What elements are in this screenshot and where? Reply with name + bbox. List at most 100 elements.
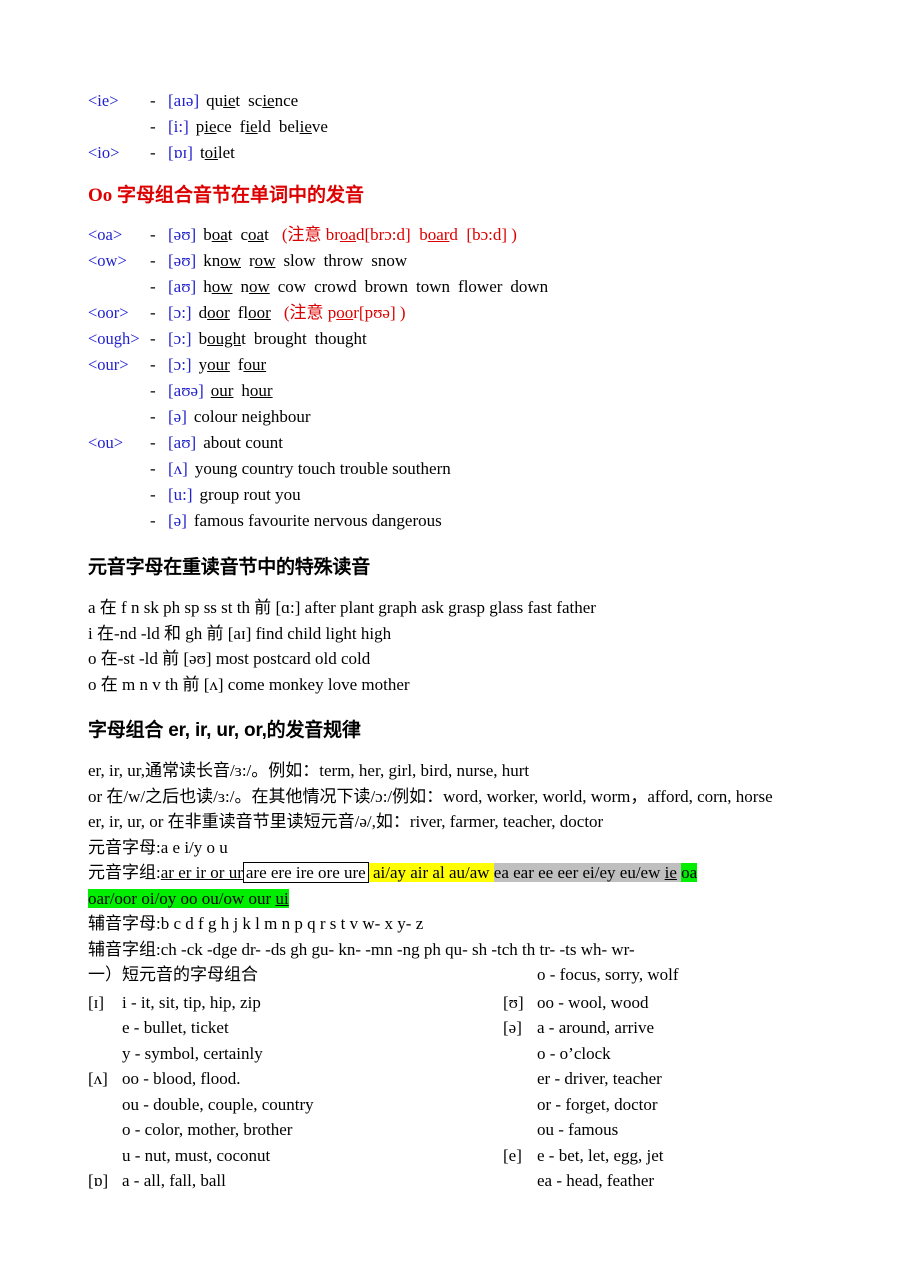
ipa-symbol: [u:] [168, 485, 193, 504]
list-item-text: u - nut, must, coconut [122, 1145, 271, 1165]
special-vowel-heading: 元音字母在重读音节中的特殊读音 [88, 557, 371, 578]
ipa-symbol: [ə] [168, 511, 187, 530]
row-dash: - [150, 143, 156, 162]
list-item-text: e - bet, let, egg, jet [537, 1145, 664, 1165]
ipa-symbol: [ɔ:] [168, 303, 192, 322]
vowel-group-green-run-1: oa [681, 863, 698, 882]
vowel-groups-label: 元音字组: [88, 863, 161, 882]
grey-run-text: ea ear ee eer ei/ey eu/ew [493, 863, 661, 882]
ipa-symbol: [əʊ] [168, 225, 197, 244]
list-item-text: o - o’clock [537, 1043, 611, 1063]
list-item-text: ou - famous [537, 1120, 619, 1139]
left-column: [ɪ] i - it, sit, tip, hip, zip e - bulle… [88, 990, 314, 1194]
vowel-letters-label: 元音字母: [88, 837, 161, 857]
list-item: [ɪ] i - it, sit, tip, hip, zip [88, 990, 314, 1016]
vowel-letters-value: a e i/y o u [160, 837, 228, 857]
row-dash: - [150, 381, 156, 400]
pronunciation-row: - [u:] group rout you [88, 482, 860, 508]
row-dash: - [150, 225, 156, 244]
letter-group-tag: <oa> [88, 225, 123, 244]
list-item: ou - double, couple, country [88, 1092, 314, 1118]
pronunciation-row: - [i:] piece field believe [88, 114, 860, 140]
pronunciation-row: <our> - [ɔ:] your four [88, 352, 860, 378]
list-item-text: oo - wool, wood [537, 992, 649, 1012]
example-words: boat coat [203, 225, 269, 244]
list-item: [ʌ] oo - blood, flood. [88, 1066, 314, 1092]
list-item-text: or - forget, doctor [537, 1094, 658, 1114]
example-words: bought brought thought [198, 329, 367, 348]
vowel-groups-line-1: 元音字组:ar er ir or ur are ere ire ore ure a… [88, 860, 860, 885]
row-dash: - [150, 303, 156, 322]
row-dash: - [150, 407, 156, 426]
special-vowel-lines: a 在 f n sk ph sp ss st th 前 [ɑ:] after p… [88, 595, 860, 697]
list-item: er - driver, teacher [503, 1066, 664, 1092]
letter-group-tag: <our> [88, 355, 129, 374]
row-dash: - [150, 433, 156, 452]
ie-io-block: <ie> - [aɪə] quiet science - [i:] piece fi… [88, 88, 860, 166]
special-line: i 在-nd -ld 和 gh 前 [aɪ] find child light … [88, 623, 392, 643]
example-words: famous favourite nervous dangerous [193, 511, 442, 530]
er-rule-line: or 在/w/之后也读/ɜ:/。在其他情况下读/ɔ:/例如：word, work… [88, 786, 773, 806]
green-run-underlined: ui [275, 889, 289, 908]
list-item: e - bullet, ticket [88, 1015, 314, 1041]
vowel-group-yellow-run: ai/ay air al au/aw [368, 863, 494, 882]
row-dash: - [150, 329, 156, 348]
list-item-text: ou - double, couple, country [122, 1094, 314, 1114]
example-words: group rout you [199, 485, 301, 504]
ipa-symbol: [ɒ] [88, 1171, 109, 1190]
letter-group-tag: <ough> [88, 329, 140, 348]
example-words: colour neighbour [193, 407, 311, 426]
vowel-group-underlined-run: ar er ir or ur [160, 863, 243, 882]
list-item-text: o - focus, sorry, wolf [537, 965, 679, 984]
short-vowel-heading: 一）短元音的字母组合 [88, 965, 258, 984]
ipa-symbol: [aʊ] [168, 433, 197, 452]
list-item-text: i - it, sit, tip, hip, zip [122, 992, 261, 1012]
pronunciation-row: <oor> - [ɔ:] door floor (注意 poor[pʊə] ) [88, 300, 860, 326]
ipa-symbol: [ʌ] [168, 459, 188, 478]
list-item-text: e - bullet, ticket [122, 1018, 229, 1037]
consonant-letters-label: 辅音字母: [88, 914, 161, 933]
list-item-text: ea - head, feather [537, 1171, 655, 1190]
er-ir-ur-or-heading: 字母组合 er, ir, ur, or,的发音规律 [88, 720, 361, 741]
green-run-text: oar/oor oi/oy oo ou/ow our [88, 889, 272, 908]
row-dash: - [150, 485, 156, 504]
ipa-symbol: [ɪ] [88, 992, 105, 1012]
list-item: [ʊ] oo - wool, wood [503, 990, 664, 1016]
pronunciation-row: - [ʌ] young country touch trouble southe… [88, 456, 860, 482]
vowel-letters-line: 元音字母:a e i/y o u [88, 835, 860, 861]
yellow-run-text: ai/ay air al au/aw [372, 863, 490, 882]
list-item: ea - head, feather [503, 1168, 664, 1194]
vowel-groups-line-2: oar/oor oi/oy oo ou/ow our ui [88, 886, 860, 911]
example-words: piece field believe [195, 117, 328, 136]
list-item: [ə] a - around, arrive [503, 1015, 664, 1041]
special-line: o 在-st -ld 前 [əʊ] most postcard old cold [88, 649, 371, 668]
pronunciation-row: <io> - [ɒɪ] toilet [88, 140, 860, 166]
pronunciation-row: <ow> - [əʊ] know row slow throw snow [88, 248, 860, 274]
short-vowel-header-row: 一）短元音的字母组合 o - focus, sorry, wolf [88, 962, 860, 988]
list-item-text: y - symbol, certainly [122, 1043, 263, 1063]
list-item-text: oo - blood, flood. [122, 1069, 241, 1088]
row-dash: - [150, 117, 156, 136]
ipa-symbol: [ʊ] [503, 992, 524, 1012]
list-item-text: a - all, fall, ball [122, 1171, 226, 1190]
ipa-symbol: [aʊ] [168, 277, 197, 296]
pronunciation-row: - [aʊ] how now cow crowd brown town flower down [88, 274, 860, 300]
ipa-symbol: [ə] [503, 1018, 522, 1037]
right-column-first-item: o - focus, sorry, wolf [503, 962, 678, 988]
list-item: or - forget, doctor [503, 1092, 664, 1118]
row-dash: - [150, 511, 156, 530]
ipa-symbol: [ɔ:] [168, 355, 192, 374]
letter-group-tag: <oor> [88, 303, 129, 322]
consonant-groups-label: 辅音字组: [88, 939, 161, 959]
ipa-symbol: [aɪə] [168, 91, 200, 110]
example-words: about count [203, 433, 283, 452]
letter-group-tag: <ow> [88, 251, 127, 270]
ipa-symbol: [i:] [168, 117, 189, 136]
document-page: <ie> - [aɪə] quiet science - [i:] piece fi… [0, 0, 920, 1276]
list-item: y - symbol, certainly [88, 1041, 314, 1067]
grey-run-underlined: ie [664, 863, 677, 882]
consonant-groups-value: ch -ck -dge dr- -ds gh gu- kn- -mn -ng p… [160, 939, 635, 959]
ipa-symbol: [ɒɪ] [168, 143, 193, 162]
list-item: o - o’clock [503, 1041, 664, 1067]
consonant-letters-value: b c d f g h j k l m n p q r s t v w- x y… [160, 914, 424, 933]
